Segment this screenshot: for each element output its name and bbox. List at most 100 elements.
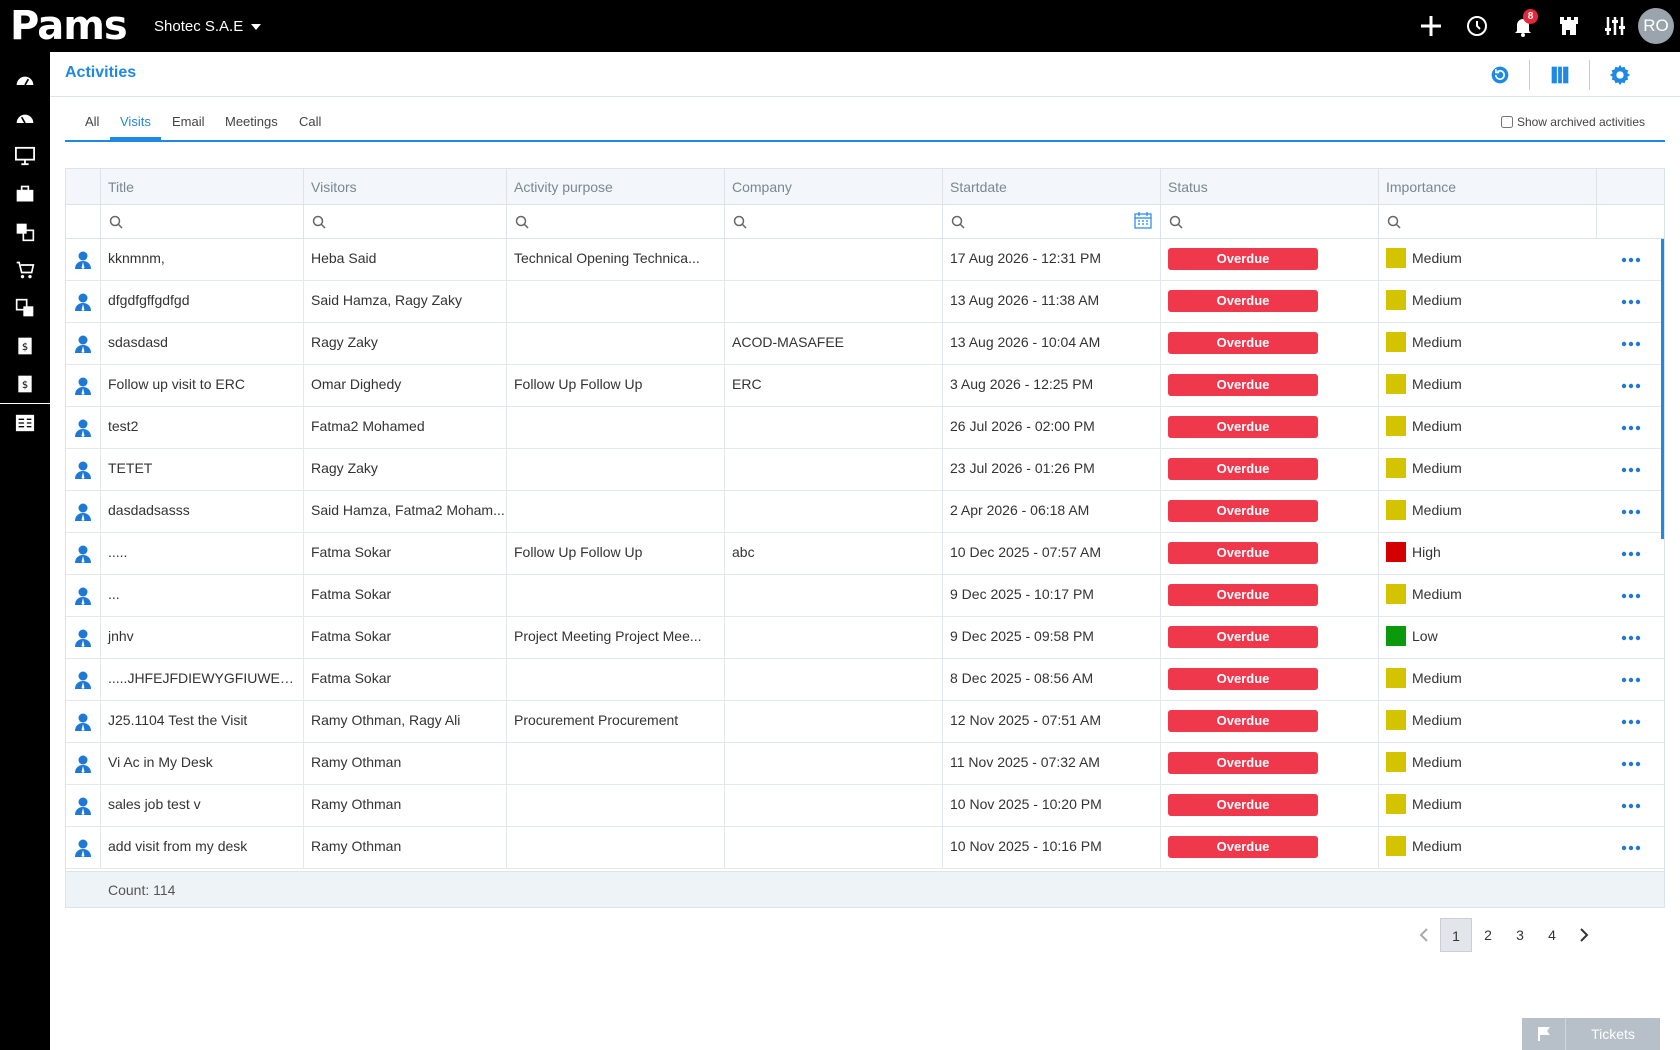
- sidebar-item-invoices[interactable]: $: [0, 327, 50, 365]
- table-row[interactable]: TETET Ragy Zaky 23 Jul 2026 - 01:26 PM Over…: [66, 449, 1664, 491]
- refresh-icon: [1491, 66, 1508, 84]
- cell-title[interactable]: .....JHFEJFDIEWYGFIUWEGKFGI: [100, 659, 303, 701]
- filter-startdate[interactable]: [942, 205, 1160, 239]
- sidebar-item-reports[interactable]: [0, 404, 50, 442]
- app-logo[interactable]: Pams: [10, 5, 128, 47]
- filter-company[interactable]: [724, 205, 942, 239]
- table-row[interactable]: Follow up visit to ERC Omar Dighedy Follow…: [66, 365, 1664, 407]
- tab-all[interactable]: All: [85, 114, 99, 137]
- visit-person-icon: [66, 491, 100, 533]
- table-row[interactable]: .....JHFEJFDIEWYGFIUWEGKFGI Fatma Sokar 8 …: [66, 659, 1664, 701]
- row-actions-button[interactable]: [1596, 281, 1664, 323]
- cell-title[interactable]: J25.1104 Test the Visit: [100, 701, 303, 743]
- table-row[interactable]: ..... Fatma Sokar Follow Up Follow Up abc 10…: [66, 533, 1664, 575]
- company-selector[interactable]: Shotec S.A.E: [154, 18, 262, 35]
- cell-title[interactable]: sdasdasd: [100, 323, 303, 365]
- cell-title[interactable]: jnhv: [100, 617, 303, 659]
- page-4-button[interactable]: 4: [1536, 918, 1568, 952]
- cell-title[interactable]: TETET: [100, 449, 303, 491]
- sidebar-item-dashboard-2[interactable]: [0, 99, 50, 137]
- table-row[interactable]: Vi Ac in My Desk Ramy Othman 11 Nov 2025 -…: [66, 743, 1664, 785]
- columns-button[interactable]: [1530, 60, 1590, 90]
- sidebar-item-jobs[interactable]: [0, 175, 50, 213]
- row-actions-button[interactable]: [1596, 575, 1664, 617]
- add-button[interactable]: [1408, 0, 1454, 52]
- table-row[interactable]: J25.1104 Test the Visit Ramy Othman, Ragy…: [66, 701, 1664, 743]
- table-row[interactable]: dfgdfgffgdfgd Said Hamza, Ragy Zaky 13 Aug…: [66, 281, 1664, 323]
- column-header-activity-purpose[interactable]: Activity purpose: [506, 169, 724, 205]
- calendar-icon[interactable]: [1134, 211, 1152, 229]
- column-header-status[interactable]: Status: [1160, 169, 1378, 205]
- filter-title[interactable]: [100, 205, 303, 239]
- column-header-visitors[interactable]: Visitors: [303, 169, 506, 205]
- cell-title[interactable]: Vi Ac in My Desk: [100, 743, 303, 785]
- cell-title[interactable]: add visit from my desk: [100, 827, 303, 869]
- settings-button[interactable]: [1590, 60, 1650, 90]
- cell-title[interactable]: sales job test v: [100, 785, 303, 827]
- row-actions-button[interactable]: [1596, 365, 1664, 407]
- table-row[interactable]: sdasdasd Ragy Zaky ACOD-MASAFEE 13 Aug 2026…: [66, 323, 1664, 365]
- filter-status[interactable]: [1160, 205, 1378, 239]
- filter-visitors[interactable]: [303, 205, 506, 239]
- column-header-company[interactable]: Company: [724, 169, 942, 205]
- row-actions-button[interactable]: [1596, 743, 1664, 785]
- show-archived-checkbox[interactable]: [1500, 116, 1513, 128]
- sidebar-item-purchasing[interactable]: [0, 251, 50, 289]
- refresh-button[interactable]: [1470, 60, 1530, 90]
- row-actions-button[interactable]: [1596, 617, 1664, 659]
- tab-email[interactable]: Email: [172, 114, 205, 137]
- filter-importance[interactable]: [1378, 205, 1596, 239]
- user-avatar[interactable]: RO: [1638, 8, 1674, 44]
- cell-title[interactable]: Follow up visit to ERC: [100, 365, 303, 407]
- table-row[interactable]: jnhv Fatma Sokar Project Meeting Project M…: [66, 617, 1664, 659]
- notifications-button[interactable]: 8: [1500, 0, 1546, 52]
- cell-activity-purpose: Follow Up Follow Up: [506, 533, 724, 575]
- castle-button[interactable]: [1546, 0, 1592, 52]
- column-header-title[interactable]: Title: [100, 169, 303, 205]
- table-row[interactable]: ... Fatma Sokar 9 Dec 2025 - 10:17 PM Overd…: [66, 575, 1664, 617]
- sidebar-item-inventory[interactable]: [0, 289, 50, 327]
- row-actions-button[interactable]: [1596, 533, 1664, 575]
- next-page-button[interactable]: [1568, 918, 1600, 952]
- cell-title[interactable]: .....: [100, 533, 303, 575]
- row-actions-button[interactable]: [1596, 407, 1664, 449]
- sidebar-item-modules[interactable]: [0, 213, 50, 251]
- row-actions-button[interactable]: [1596, 449, 1664, 491]
- row-actions-button[interactable]: [1596, 491, 1664, 533]
- row-actions-button[interactable]: [1596, 827, 1664, 869]
- cell-title[interactable]: dasdadsasss: [100, 491, 303, 533]
- row-actions-button[interactable]: [1596, 659, 1664, 701]
- table-row[interactable]: test2 Fatma2 Mohamed 26 Jul 2026 - 02:00 P…: [66, 407, 1664, 449]
- filter-activity-purpose[interactable]: [506, 205, 724, 239]
- cell-title[interactable]: ...: [100, 575, 303, 617]
- table-row[interactable]: add visit from my desk Ramy Othman 10 Nov …: [66, 827, 1664, 869]
- row-actions-button[interactable]: [1596, 239, 1664, 281]
- sidebar-item-desk[interactable]: [0, 137, 50, 175]
- more-horizontal-icon: [1621, 761, 1641, 767]
- row-actions-button[interactable]: [1596, 701, 1664, 743]
- cell-title[interactable]: kknmnm,: [100, 239, 303, 281]
- row-actions-button[interactable]: [1596, 785, 1664, 827]
- row-actions-button[interactable]: [1596, 323, 1664, 365]
- cell-title[interactable]: dfgdfgffgdfgd: [100, 281, 303, 323]
- tickets-button[interactable]: Tickets: [1522, 1018, 1660, 1050]
- history-button[interactable]: [1454, 0, 1500, 52]
- table-row[interactable]: kknmnm, Heba Said Technical Opening Techni…: [66, 239, 1664, 281]
- column-header-startdate[interactable]: Startdate: [942, 169, 1160, 205]
- settings-sliders-button[interactable]: [1592, 0, 1638, 52]
- cell-title[interactable]: test2: [100, 407, 303, 449]
- tab-visits[interactable]: Visits: [110, 114, 161, 140]
- sidebar-item-dashboard[interactable]: [0, 61, 50, 99]
- table-row[interactable]: dasdadsasss Said Hamza, Fatma2 Moham... 2 …: [66, 491, 1664, 533]
- table-row[interactable]: sales job test v Ramy Othman 10 Nov 2025 -…: [66, 785, 1664, 827]
- sidebar-item-payments[interactable]: $: [0, 365, 50, 403]
- prev-page-button[interactable]: [1408, 918, 1440, 952]
- tab-meetings[interactable]: Meetings: [225, 114, 278, 137]
- column-header-importance[interactable]: Importance: [1378, 169, 1596, 205]
- show-archived-toggle[interactable]: Show archived activities: [1500, 115, 1645, 129]
- tab-call[interactable]: Call: [299, 114, 321, 137]
- page-2-button[interactable]: 2: [1472, 918, 1504, 952]
- scrollbar[interactable]: [1661, 239, 1664, 539]
- page-3-button[interactable]: 3: [1504, 918, 1536, 952]
- page-1-button[interactable]: 1: [1440, 918, 1472, 952]
